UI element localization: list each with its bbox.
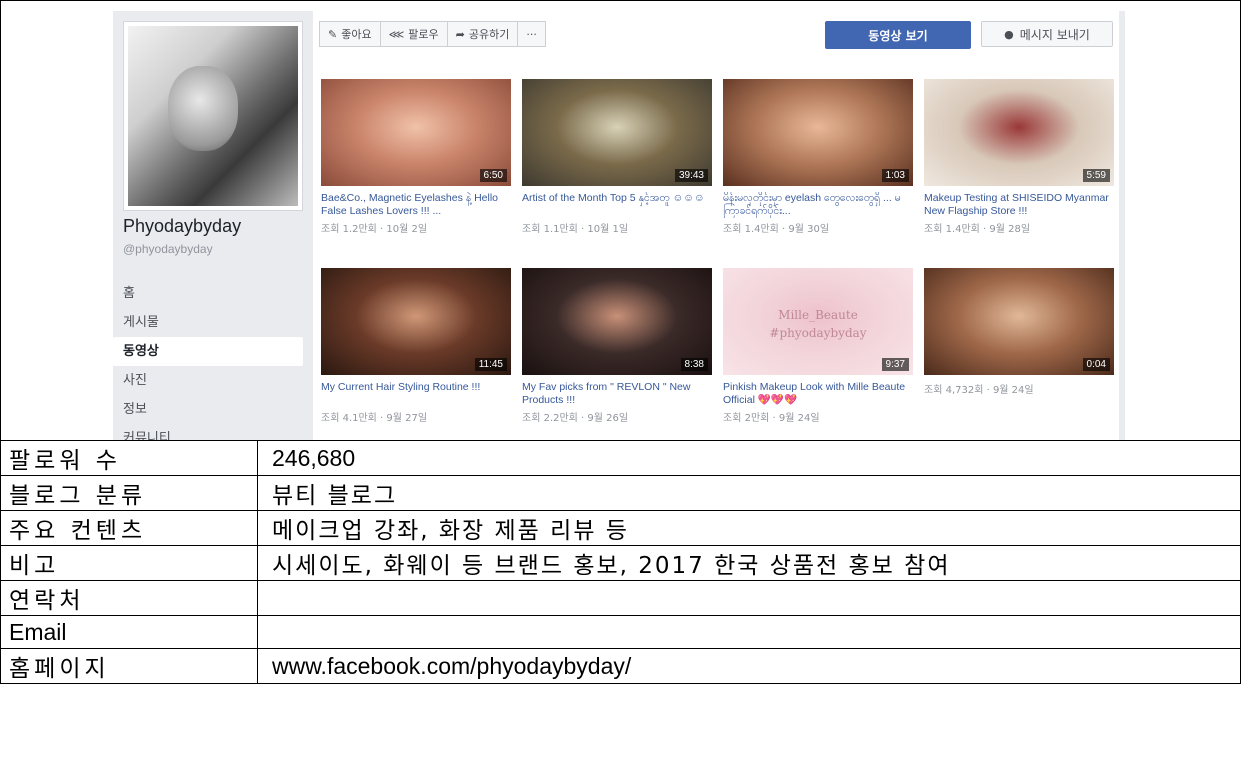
info-row: 팔로워 수 246,680 <box>0 440 1241 476</box>
video-duration: 5:59 <box>1082 169 1110 182</box>
page-handle[interactable]: @phyodaybyday <box>123 242 213 256</box>
info-label: 비고 <box>0 545 258 581</box>
share-arrow-icon: ➦ <box>455 27 465 41</box>
video-card[interactable]: 0:04 조회 4,732회 · 9월 24일 <box>924 268 1114 396</box>
video-duration: 0:04 <box>1082 358 1110 371</box>
like-label: 좋아요 <box>341 28 372 41</box>
video-thumbnail[interactable]: Mille_Beaute #phyodaybyday 9:37 <box>723 268 913 375</box>
video-card[interactable]: Mille_Beaute #phyodaybyday 9:37 Pinkish Ma… <box>723 268 913 424</box>
page-nav: 홈 게시물 동영상 사진 정보 커뮤니티 <box>113 279 303 441</box>
info-row: 홈페이지 www.facebook.com/phyodaybyday/ <box>0 648 1241 684</box>
info-value: www.facebook.com/phyodaybyday/ <box>257 648 1241 684</box>
page-name[interactable]: Phyodaybyday <box>123 216 241 237</box>
video-card[interactable]: 39:43 Artist of the Month Top 5 နှင့်အတူ … <box>522 79 712 235</box>
info-value: 246,680 <box>257 440 1241 476</box>
video-meta: 조회 4.1만회 · 9월 27일 <box>321 413 428 424</box>
video-thumbnail[interactable]: 39:43 <box>522 79 712 186</box>
thumbs-up-icon: ✎ <box>328 27 338 41</box>
video-meta: 조회 4,732회 · 9월 24일 <box>924 385 1034 396</box>
info-value <box>257 580 1241 616</box>
blogger-info-table: 팔로워 수 246,680 블로그 분류 뷰티 블로그 주요 컨텐츠 메이크업 강좌, 화… <box>0 440 1241 684</box>
more-button[interactable]: ··· <box>517 21 546 47</box>
more-label: ··· <box>526 27 537 41</box>
rss-icon: ⋘ <box>388 27 405 41</box>
info-label: 주요 컨텐츠 <box>0 510 258 546</box>
info-label: 블로그 분류 <box>0 475 258 511</box>
info-value <box>257 615 1241 649</box>
video-title[interactable]: Makeup Testing at SHISEIDO Myanmar New F… <box>924 192 1114 218</box>
sidebar-item[interactable]: 동영상 <box>113 337 303 366</box>
video-title[interactable]: မိန်းမလှတိုင်းမှာ eyelash တွေလေးတွေရှိ .… <box>723 192 913 218</box>
send-message-button[interactable]: ● 메시지 보내기 <box>981 21 1113 47</box>
sidebar-item[interactable]: 게시물 <box>113 308 303 337</box>
follow-button[interactable]: ⋘ 팔로우 <box>379 21 448 47</box>
video-thumbnail[interactable]: 1:03 <box>723 79 913 186</box>
video-card[interactable]: 6:50 Bae&Co., Magnetic Eyelashes နဲ့ Hell… <box>321 79 511 235</box>
info-label: 홈페이지 <box>0 648 258 684</box>
video-thumbnail[interactable]: 8:38 <box>522 268 712 375</box>
video-meta: 조회 1.1만회 · 10월 1일 <box>522 224 629 235</box>
share-label: 공유하기 <box>468 28 510 41</box>
page-toolbar: ✎ 좋아요 ⋘ 팔로우 ➦ 공유하기 ··· <box>319 21 546 47</box>
messenger-icon: ● <box>1004 27 1014 41</box>
video-title[interactable]: My Fav picks from " REVLON " New Product… <box>522 381 712 407</box>
video-duration: 1:03 <box>881 169 909 182</box>
video-duration: 8:38 <box>680 358 708 371</box>
video-thumbnail[interactable]: 0:04 <box>924 268 1114 375</box>
info-label: 연락처 <box>0 580 258 616</box>
send-message-label: 메시지 보내기 <box>1019 27 1090 42</box>
screenshot-frame: Phyodaybyday @phyodaybyday 홈 게시물 동영상 사진 정보 커뮤… <box>0 0 1241 441</box>
info-label: 팔로워 수 <box>0 440 258 476</box>
video-meta: 조회 1.2만회 · 10월 2일 <box>321 224 428 235</box>
sidebar-item[interactable]: 정보 <box>113 395 303 424</box>
info-row: 비고 시세이도, 화웨이 등 브랜드 홍보, 2017 한국 상품전 홍보 참여 <box>0 545 1241 581</box>
video-meta: 조회 1.4만회 · 9월 28일 <box>924 224 1031 235</box>
facebook-page-screenshot: Phyodaybyday @phyodaybyday 홈 게시물 동영상 사진 정보 커뮤… <box>113 11 1125 441</box>
video-thumbnail[interactable]: 5:59 <box>924 79 1114 186</box>
info-row: 블로그 분류 뷰티 블로그 <box>0 475 1241 511</box>
share-button[interactable]: ➦ 공유하기 <box>446 21 519 47</box>
video-thumbnail[interactable]: 11:45 <box>321 268 511 375</box>
sidebar-item[interactable]: 사진 <box>113 366 303 395</box>
info-value: 메이크업 강좌, 화장 제품 리뷰 등 <box>257 510 1241 546</box>
thumbnail-overlay-text: Mille_Beaute #phyodaybyday <box>769 308 867 340</box>
video-meta: 조회 2만회 · 9월 24일 <box>723 413 820 424</box>
info-value: 뷰티 블로그 <box>257 475 1241 511</box>
follow-label: 팔로우 <box>408 28 439 41</box>
video-thumbnail[interactable]: 6:50 <box>321 79 511 186</box>
info-row: 연락처 <box>0 580 1241 616</box>
video-title[interactable]: Bae&Co., Magnetic Eyelashes နဲ့ Hello Fa… <box>321 192 511 218</box>
video-title[interactable]: Pinkish Makeup Look with Mille Beaute Of… <box>723 381 913 407</box>
video-title[interactable]: My Current Hair Styling Routine !!! <box>321 381 511 407</box>
info-row: 주요 컨텐츠 메이크업 강좌, 화장 제품 리뷰 등 <box>0 510 1241 546</box>
video-duration: 6:50 <box>479 169 507 182</box>
video-card[interactable]: 11:45 My Current Hair Styling Routine !!!… <box>321 268 511 424</box>
info-label: Email <box>0 615 258 649</box>
info-value: 시세이도, 화웨이 등 브랜드 홍보, 2017 한국 상품전 홍보 참여 <box>257 545 1241 581</box>
sidebar-item[interactable]: 홈 <box>113 279 303 308</box>
video-meta: 조회 1.4만회 · 9월 30일 <box>723 224 830 235</box>
info-row: Email <box>0 615 1241 649</box>
watch-videos-button[interactable]: 동영상 보기 <box>825 21 971 49</box>
like-button[interactable]: ✎ 좋아요 <box>319 21 381 47</box>
video-meta: 조회 2.2만회 · 9월 26일 <box>522 413 629 424</box>
video-duration: 9:37 <box>881 358 909 371</box>
video-duration: 39:43 <box>674 169 708 182</box>
video-card[interactable]: 8:38 My Fav picks from " REVLON " New Pro… <box>522 268 712 424</box>
profile-picture[interactable] <box>123 21 303 211</box>
video-card[interactable]: 5:59 Makeup Testing at SHISEIDO Myanmar N… <box>924 79 1114 235</box>
video-card[interactable]: 1:03 မိန်းမလှတိုင်းမှာ eyelash တွေလေးတွေရ… <box>723 79 913 235</box>
profile-photo <box>128 26 298 206</box>
profile-face-shape <box>168 66 238 151</box>
videos-panel: ✎ 좋아요 ⋘ 팔로우 ➦ 공유하기 ··· 동영상 보기 ● 메시지 보내기 6:50… <box>313 11 1119 441</box>
video-duration: 11:45 <box>474 358 507 371</box>
sidebar-item[interactable]: 커뮤니티 <box>113 424 303 441</box>
video-title[interactable]: Artist of the Month Top 5 နှင့်အတူ ☺☺☺ <box>522 192 712 218</box>
